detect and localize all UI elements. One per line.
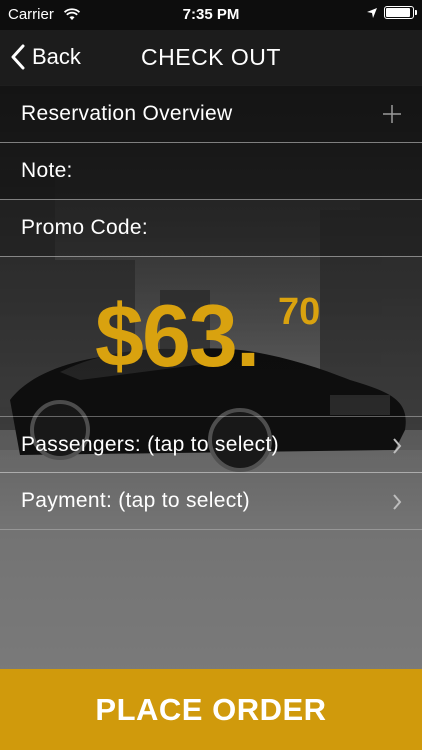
price-cents: 70 xyxy=(278,291,321,333)
status-time: 7:35 PM xyxy=(182,6,240,23)
promo-code-label: Promo Code: xyxy=(21,216,149,239)
navigation-bar: Back CHECK OUT xyxy=(0,30,422,85)
note-label: Note: xyxy=(21,159,73,182)
reservation-overview-row[interactable]: Reservation Overview xyxy=(0,86,422,143)
battery-icon xyxy=(384,6,417,19)
chevron-right-icon xyxy=(393,494,402,510)
status-bar: Carrier 7:35 PM xyxy=(0,0,422,30)
promo-code-row[interactable]: Promo Code: xyxy=(0,200,422,257)
plus-icon[interactable] xyxy=(382,104,402,124)
page-title: CHECK OUT xyxy=(141,44,281,70)
reservation-overview-label: Reservation Overview xyxy=(21,102,233,125)
note-row[interactable]: Note: xyxy=(0,143,422,200)
chevron-right-icon xyxy=(393,438,402,454)
payment-label: Payment: (tap to select) xyxy=(21,489,250,512)
passengers-row[interactable]: Passengers: (tap to select) xyxy=(0,416,422,473)
price-total: $63. 70 xyxy=(95,285,320,387)
passengers-label: Passengers: (tap to select) xyxy=(21,433,279,456)
price-dollars: $63. xyxy=(95,286,260,385)
payment-row[interactable]: Payment: (tap to select) xyxy=(0,473,422,530)
place-order-button[interactable]: PLACE ORDER xyxy=(0,669,422,750)
location-arrow-icon xyxy=(367,7,377,18)
place-order-label: PLACE ORDER xyxy=(95,691,327,727)
